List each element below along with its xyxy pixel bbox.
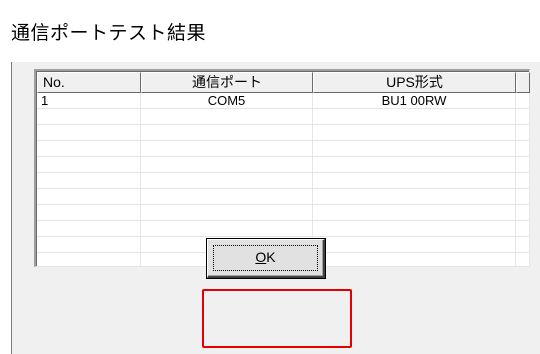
cell-port [141,157,313,173]
cell-no [37,157,141,173]
cell-no [37,109,141,125]
cell-filler [516,189,530,205]
ok-button-mnemonic: O [255,249,267,265]
cell-filler [516,205,530,221]
cell-no: 1 [37,93,141,109]
table-row[interactable] [37,221,530,237]
cell-no [37,237,141,253]
cell-no [37,173,141,189]
cell-filler [516,125,530,141]
cell-filler [516,157,530,173]
ok-button-highlight [202,289,352,348]
ok-button[interactable]: OK [207,239,325,278]
test-result-dialog: 通信ポートテスト結果 No. 通信ポート UPS形式 1 COM5 BU1 00RW… [0,0,540,354]
cell-ups-model [313,109,516,125]
table-row[interactable] [37,109,530,125]
cell-ups-model [313,221,516,237]
cell-port: COM5 [141,93,313,109]
cell-ups-model [313,157,516,173]
cell-no [37,141,141,157]
ok-button-label-rest: K [266,249,276,265]
cell-filler [516,173,530,189]
table-row[interactable] [37,205,530,221]
cell-port [141,109,313,125]
cell-no [37,253,141,266]
cell-port [141,221,313,237]
cell-port [141,205,313,221]
cell-ups-model [313,141,516,157]
cell-no [37,125,141,141]
table-row[interactable] [37,189,530,205]
column-header-no[interactable]: No. [37,72,141,93]
table-row[interactable] [37,157,530,173]
cell-ups-model [313,253,516,266]
column-header-no-label: No. [43,74,65,90]
column-header-port-label: 通信ポート [192,74,262,90]
cell-filler [516,141,530,157]
cell-port [141,141,313,157]
cell-no [37,221,141,237]
cell-ups-model [313,189,516,205]
cell-ups-model [313,173,516,189]
cell-no [37,205,141,221]
table-row[interactable] [37,173,530,189]
cell-filler [516,237,530,253]
column-header-port[interactable]: 通信ポート [141,72,313,93]
dialog-title: 通信ポートテスト結果 [11,22,207,44]
cell-filler [516,221,530,237]
ok-button-label: OK [208,240,323,276]
cell-no [37,189,141,205]
table-row[interactable]: 1 COM5 BU1 00RW [37,93,530,109]
cell-ups-model [313,237,516,253]
table-row[interactable] [37,141,530,157]
cell-port [141,189,313,205]
cell-port [141,125,313,141]
table-row[interactable] [37,125,530,141]
cell-ups-model [313,125,516,141]
cell-filler [516,93,530,109]
title-bar[interactable]: 通信ポートテスト結果 [0,0,540,62]
cell-ups-model [313,205,516,221]
cell-ups-model: BU1 00RW [313,93,516,109]
cell-port [141,173,313,189]
column-header-ups-model[interactable]: UPS形式 [313,72,516,93]
dialog-client-area: No. 通信ポート UPS形式 1 COM5 BU1 00RW [11,62,540,354]
list-header: No. 通信ポート UPS形式 [37,72,530,93]
cell-filler [516,109,530,125]
results-list-view[interactable]: No. 通信ポート UPS形式 1 COM5 BU1 00RW [34,69,530,267]
column-header-ups-model-label: UPS形式 [386,74,443,90]
column-header-filler [516,72,530,93]
cell-filler [516,253,530,266]
